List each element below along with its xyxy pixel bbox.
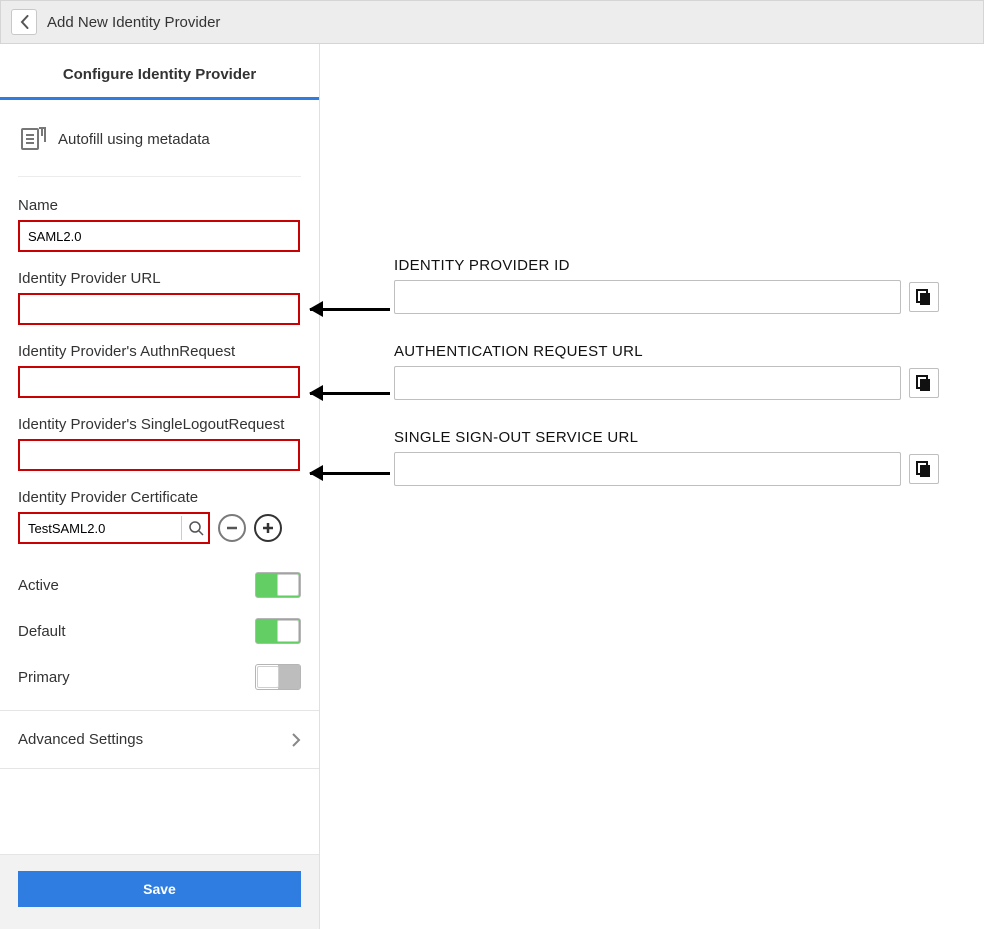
document-upload-icon <box>18 124 48 154</box>
ref-sso-url: SINGLE SIGN-OUT SERVICE URL <box>394 429 939 486</box>
cert-label: Identity Provider Certificate <box>18 489 301 506</box>
active-toggle[interactable] <box>255 572 301 598</box>
arrow-annotation <box>310 308 390 311</box>
copy-icon <box>915 460 933 478</box>
ref-sso-label: SINGLE SIGN-OUT SERVICE URL <box>394 429 939 446</box>
minus-icon <box>225 521 239 535</box>
advanced-settings-label: Advanced Settings <box>18 731 143 748</box>
autofill-label: Autofill using metadata <box>58 131 210 148</box>
ref-auth-copy-button[interactable] <box>909 368 939 398</box>
slo-input[interactable] <box>18 439 300 471</box>
ref-id-copy-button[interactable] <box>909 282 939 312</box>
default-toggle[interactable] <box>255 618 301 644</box>
arrow-annotation <box>310 472 390 475</box>
ref-identity-provider-id: IDENTITY PROVIDER ID <box>394 257 939 314</box>
ref-id-label: IDENTITY PROVIDER ID <box>394 257 939 274</box>
copy-icon <box>915 374 933 392</box>
default-label: Default <box>18 623 66 640</box>
slo-label: Identity Provider's SingleLogoutRequest <box>18 416 301 433</box>
ref-auth-label: AUTHENTICATION REQUEST URL <box>394 343 939 360</box>
primary-label: Primary <box>18 669 70 686</box>
panel-title: Configure Identity Provider <box>0 44 319 100</box>
idp-url-input[interactable] <box>18 293 300 325</box>
ref-id-input[interactable] <box>394 280 901 314</box>
arrow-annotation <box>310 392 390 395</box>
ref-auth-input[interactable] <box>394 366 901 400</box>
configure-panel: Configure Identity Provider Autofill usi… <box>0 44 320 929</box>
chevron-right-icon <box>291 732 301 748</box>
back-button[interactable] <box>11 9 37 35</box>
autofill-metadata-button[interactable]: Autofill using metadata <box>18 118 301 177</box>
ref-sso-copy-button[interactable] <box>909 454 939 484</box>
advanced-settings-button[interactable]: Advanced Settings <box>0 710 319 769</box>
plus-icon <box>261 521 275 535</box>
primary-toggle[interactable] <box>255 664 301 690</box>
page-header: Add New Identity Provider <box>0 0 984 44</box>
name-input[interactable] <box>18 220 300 252</box>
ref-sso-input[interactable] <box>394 452 901 486</box>
cert-remove-button[interactable] <box>218 514 246 542</box>
page-title: Add New Identity Provider <box>47 14 220 31</box>
active-label: Active <box>18 577 59 594</box>
authn-label: Identity Provider's AuthnRequest <box>18 343 301 360</box>
authn-input[interactable] <box>18 366 300 398</box>
ref-auth-request-url: AUTHENTICATION REQUEST URL <box>394 343 939 400</box>
idp-url-label: Identity Provider URL <box>18 270 301 287</box>
name-label: Name <box>18 197 301 214</box>
copy-icon <box>915 288 933 306</box>
save-button[interactable]: Save <box>18 871 301 907</box>
cert-add-button[interactable] <box>254 514 282 542</box>
chevron-left-icon <box>20 15 29 29</box>
